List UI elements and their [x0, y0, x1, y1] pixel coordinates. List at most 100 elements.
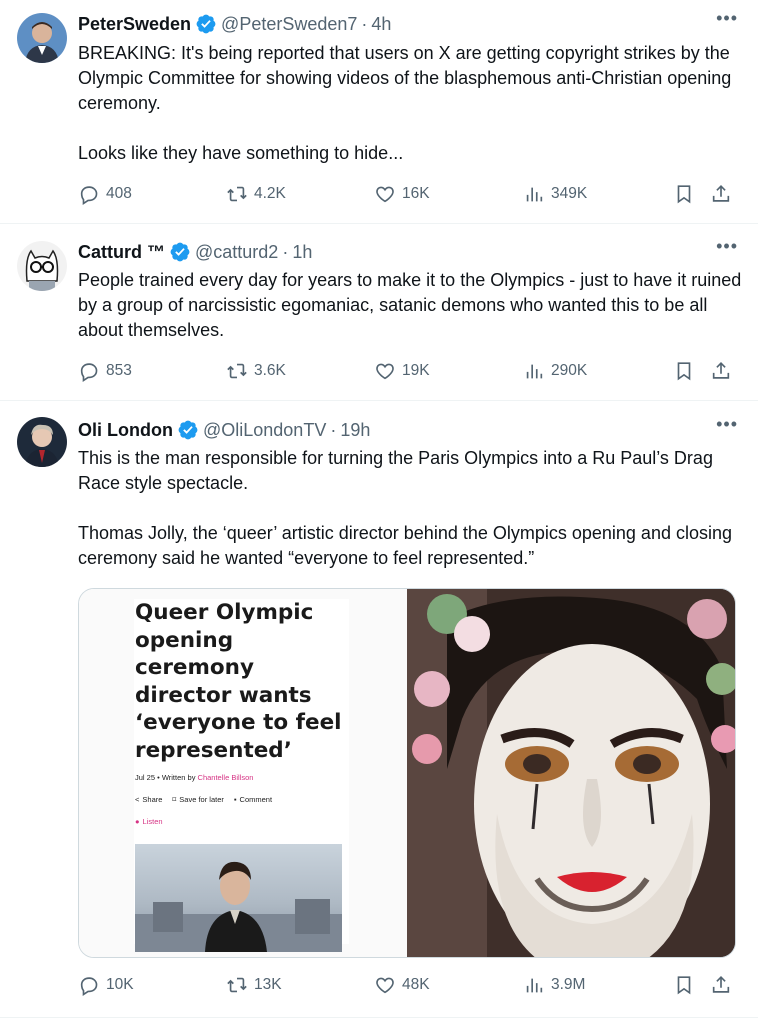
portrait-photo[interactable] [407, 589, 735, 957]
action-bar: 10K 13K 48K 3.9M [78, 974, 738, 1000]
article-toolbar: < Share ⌑ Save for later ▪ Comment [135, 795, 272, 804]
repost-button[interactable]: 13K [226, 974, 282, 996]
like-count: 19K [402, 362, 430, 379]
like-button[interactable]: 19K [374, 360, 430, 382]
bookmark-button[interactable] [673, 183, 695, 205]
bookmark-icon [677, 976, 691, 995]
repost-button[interactable]: 4.2K [226, 183, 286, 205]
article-author: Chantelle Billson [197, 773, 254, 782]
reply-button[interactable]: 10K [78, 974, 134, 996]
article-date: Jul 25 • [135, 773, 160, 782]
article-byline: Jul 25 • Written by Chantelle Billson [135, 773, 253, 782]
share-icon [712, 185, 730, 202]
share-icon [712, 976, 730, 993]
share-button[interactable] [710, 360, 732, 382]
views-count: 349K [551, 185, 588, 202]
timestamp[interactable]: 4h [371, 14, 391, 35]
tweet-1[interactable]: PeterSweden @PeterSweden7 · 4h ••• BREAK… [0, 0, 758, 224]
share-icon [712, 362, 730, 379]
verified-badge-icon [177, 419, 199, 441]
reply-button[interactable]: 408 [78, 183, 132, 205]
article-comment: ▪ Comment [234, 795, 272, 804]
bookmark-icon [677, 362, 691, 381]
article-save-label: Save for later [179, 795, 224, 804]
handle[interactable]: @PeterSweden7 [221, 14, 357, 35]
repost-icon [227, 186, 247, 202]
play-small-icon: ● [135, 817, 140, 826]
more-icon[interactable]: ••• [716, 8, 738, 29]
views-button[interactable]: 349K [523, 183, 587, 205]
separator-dot: · [361, 13, 368, 34]
views-icon [526, 187, 543, 202]
tweet-header: PeterSweden @PeterSweden7 · 4h ••• [78, 8, 738, 36]
tweet-header: Oli London @OliLondonTV · 19h ••• [78, 414, 738, 442]
tweet-media[interactable]: Queer Olympic opening ceremony director … [78, 588, 736, 958]
article-headline: Queer Olympic opening ceremony director … [135, 600, 342, 763]
verified-badge-icon [169, 241, 191, 263]
like-count: 48K [402, 976, 430, 993]
share-small-icon: < [135, 795, 140, 804]
tweet-text: People trained every day for years to ma… [78, 270, 742, 340]
article-comment-label: Comment [239, 795, 273, 804]
reply-icon [80, 186, 98, 205]
article-share-label: Share [142, 795, 163, 804]
reply-button[interactable]: 853 [78, 360, 132, 382]
tweet-2[interactable]: Catturd ™ @catturd2 · 1h ••• People trai… [0, 224, 758, 401]
views-button[interactable]: 3.9M [523, 974, 585, 996]
display-name[interactable]: Catturd ™ [78, 242, 165, 263]
handle[interactable]: @catturd2 [195, 242, 278, 263]
bookmark-button[interactable] [673, 974, 695, 996]
reply-count: 10K [106, 976, 134, 993]
tweet-text: BREAKING: It's being reported that users… [78, 43, 732, 163]
article-listen: ● Listen [135, 817, 163, 826]
more-icon[interactable]: ••• [716, 236, 738, 257]
like-icon [376, 363, 394, 380]
tweet-header: Catturd ™ @catturd2 · 1h ••• [78, 236, 738, 264]
tweet-text: This is the man responsible for turning … [78, 448, 732, 568]
like-button[interactable]: 16K [374, 183, 430, 205]
timestamp[interactable]: 19h [340, 420, 370, 441]
reply-icon [80, 977, 98, 996]
separator-dot: · [330, 419, 337, 440]
repost-icon [227, 363, 247, 379]
verified-badge-icon [195, 13, 217, 35]
reply-icon [80, 363, 98, 382]
views-button[interactable]: 290K [523, 360, 587, 382]
article-screenshot[interactable]: Queer Olympic opening ceremony director … [79, 589, 407, 957]
article-photo [135, 844, 342, 952]
share-button[interactable] [710, 183, 732, 205]
repost-icon [227, 977, 247, 993]
like-button[interactable]: 48K [374, 974, 430, 996]
views-icon [526, 978, 543, 993]
like-icon [376, 977, 394, 994]
handle[interactable]: @OliLondonTV [203, 420, 326, 441]
bookmark-button[interactable] [673, 360, 695, 382]
repost-count: 4.2K [254, 185, 286, 202]
display-name[interactable]: Oli London [78, 420, 173, 441]
display-name[interactable]: PeterSweden [78, 14, 191, 35]
comment-small-icon: ▪ [233, 795, 237, 804]
reply-count: 853 [106, 362, 132, 379]
views-count: 3.9M [551, 976, 586, 993]
avatar[interactable] [17, 13, 67, 63]
repost-button[interactable]: 3.6K [226, 360, 286, 382]
views-icon [526, 364, 543, 379]
repost-count: 3.6K [254, 362, 286, 379]
article-listen-label: Listen [142, 817, 163, 826]
like-icon [376, 186, 394, 203]
more-icon[interactable]: ••• [716, 414, 738, 435]
bookmark-icon [677, 185, 691, 204]
share-button[interactable] [710, 974, 732, 996]
article-share: < Share [135, 795, 162, 804]
article-save: ⌑ Save for later [172, 795, 223, 804]
separator-dot: · [282, 241, 289, 262]
action-bar: 853 3.6K 19K 290K [78, 360, 738, 386]
timestamp[interactable]: 1h [292, 242, 312, 263]
views-count: 290K [551, 362, 588, 379]
repost-count: 13K [254, 976, 282, 993]
like-count: 16K [402, 185, 430, 202]
bookmark-small-icon: ⌑ [172, 795, 177, 804]
avatar[interactable] [17, 417, 67, 467]
reply-count: 408 [106, 185, 132, 202]
avatar[interactable] [17, 241, 67, 291]
